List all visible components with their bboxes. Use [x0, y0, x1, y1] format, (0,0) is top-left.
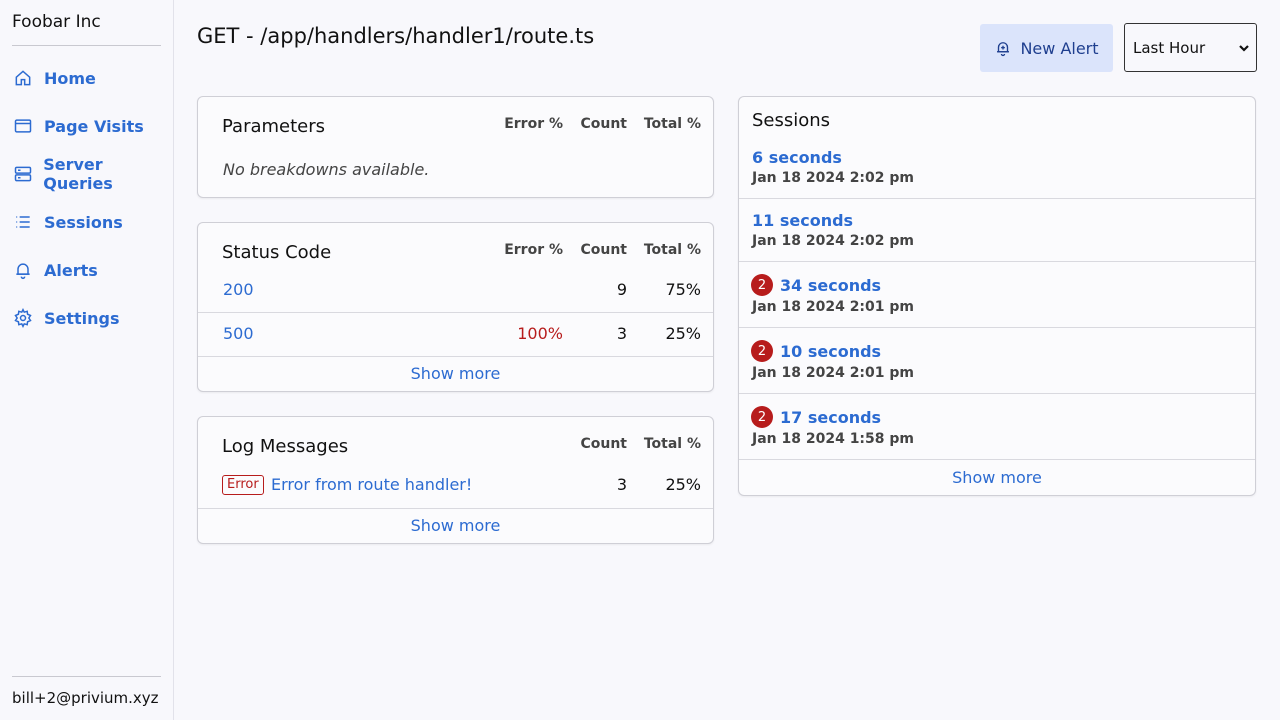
- show-more-button[interactable]: Show more: [739, 468, 1255, 487]
- session-duration-link[interactable]: 17 seconds: [780, 408, 881, 427]
- row-divider: [198, 508, 713, 509]
- time-range-select[interactable]: Last Hour: [1124, 23, 1257, 72]
- log-level-badge: Error: [222, 475, 264, 495]
- browser-window-icon: [12, 115, 34, 137]
- session-duration-link[interactable]: 10 seconds: [780, 342, 881, 361]
- row-divider: [739, 327, 1255, 328]
- row-divider: [198, 356, 713, 357]
- card-title: Status Code: [222, 242, 332, 263]
- sidebar-item-sessions[interactable]: Sessions: [12, 208, 123, 236]
- sidebar-item-label: Sessions: [44, 212, 123, 232]
- sidebar-item-alerts[interactable]: Alerts: [12, 256, 98, 284]
- column-header-total: Total %: [643, 242, 701, 258]
- total-percent: 25%: [665, 324, 701, 343]
- card-title: Parameters: [222, 116, 326, 137]
- sidebar-item-label: Home: [44, 68, 96, 88]
- org-name: Foobar Inc: [12, 12, 101, 32]
- session-date: Jan 18 2024 2:02 pm: [752, 170, 914, 186]
- session-date: Jan 18 2024 2:02 pm: [752, 233, 914, 249]
- bell-plus-icon: [994, 39, 1020, 57]
- total-percent: 25%: [665, 475, 701, 494]
- session-duration-link[interactable]: 11 seconds: [752, 211, 853, 230]
- error-count-badge: 2: [751, 406, 773, 428]
- count-value: 3: [616, 475, 627, 494]
- session-date: Jan 18 2024 2:01 pm: [752, 365, 914, 381]
- chevron-down-icon: [1238, 40, 1250, 52]
- total-percent: 75%: [665, 280, 701, 299]
- new-alert-button[interactable]: New Alert: [980, 24, 1113, 72]
- server-icon: [12, 163, 33, 185]
- session-date: Jan 18 2024 2:01 pm: [752, 299, 914, 315]
- home-icon: [12, 67, 34, 89]
- row-divider: [739, 261, 1255, 262]
- sessions-card: Sessions 6 seconds Jan 18 2024 2:02 pm 1…: [738, 96, 1256, 496]
- session-duration-link[interactable]: 6 seconds: [752, 148, 842, 167]
- sidebar-divider: [12, 676, 161, 677]
- row-divider: [739, 393, 1255, 394]
- card-title: Sessions: [752, 110, 831, 131]
- bell-icon: [12, 259, 34, 281]
- log-messages-card: Log Messages Count Total % Error Error f…: [197, 416, 714, 544]
- parameters-card: Parameters Error % Count Total % No brea…: [197, 96, 714, 198]
- time-range-value: Last Hour: [1133, 38, 1206, 57]
- empty-state-text: No breakdowns available.: [223, 160, 430, 179]
- status-code-link[interactable]: 500: [223, 324, 254, 343]
- sidebar-item-home[interactable]: Home: [12, 64, 96, 92]
- log-message-link[interactable]: Error from route handler!: [271, 475, 472, 494]
- session-duration-link[interactable]: 34 seconds: [780, 276, 881, 295]
- list-icon: [12, 211, 34, 233]
- sidebar: Foobar Inc Home Page Visits Server Queri…: [0, 0, 174, 720]
- column-header-total: Total %: [643, 116, 701, 132]
- sidebar-item-label: Alerts: [44, 260, 98, 280]
- sidebar-item-label: Page Visits: [44, 116, 144, 136]
- sidebar-item-settings[interactable]: Settings: [12, 304, 120, 332]
- session-date: Jan 18 2024 1:58 pm: [752, 431, 914, 447]
- error-count-badge: 2: [751, 274, 773, 296]
- sidebar-item-label: Server Queries: [43, 155, 113, 193]
- column-header-total: Total %: [643, 436, 701, 452]
- column-header-count: Count: [580, 436, 627, 452]
- sidebar-item-server-queries[interactable]: Server Queries: [12, 155, 173, 193]
- count-value: 9: [616, 280, 627, 299]
- sidebar-divider: [12, 45, 161, 46]
- sidebar-item-label: Settings: [44, 308, 120, 328]
- user-email: bill+2@privium.xyz: [12, 689, 159, 707]
- card-title: Log Messages: [222, 436, 349, 457]
- new-alert-label: New Alert: [1020, 38, 1099, 58]
- status-code-card: Status Code Error % Count Total % 200 9 …: [197, 222, 714, 392]
- status-code-link[interactable]: 200: [223, 280, 254, 299]
- error-percent: 100%: [517, 324, 563, 343]
- column-header-count: Count: [580, 242, 627, 258]
- column-header-error: Error %: [504, 242, 563, 258]
- error-count-badge: 2: [751, 340, 773, 362]
- row-divider: [739, 198, 1255, 199]
- row-divider: [739, 459, 1255, 460]
- row-divider: [198, 312, 713, 313]
- column-header-error: Error %: [504, 116, 563, 132]
- page-title: GET - /app/handlers/handler1/route.ts: [197, 24, 595, 48]
- show-more-button[interactable]: Show more: [198, 364, 713, 383]
- sidebar-item-page-visits[interactable]: Page Visits: [12, 112, 144, 140]
- column-header-count: Count: [580, 116, 627, 132]
- show-more-button[interactable]: Show more: [198, 516, 713, 535]
- gear-icon: [12, 307, 34, 329]
- count-value: 3: [616, 324, 627, 343]
